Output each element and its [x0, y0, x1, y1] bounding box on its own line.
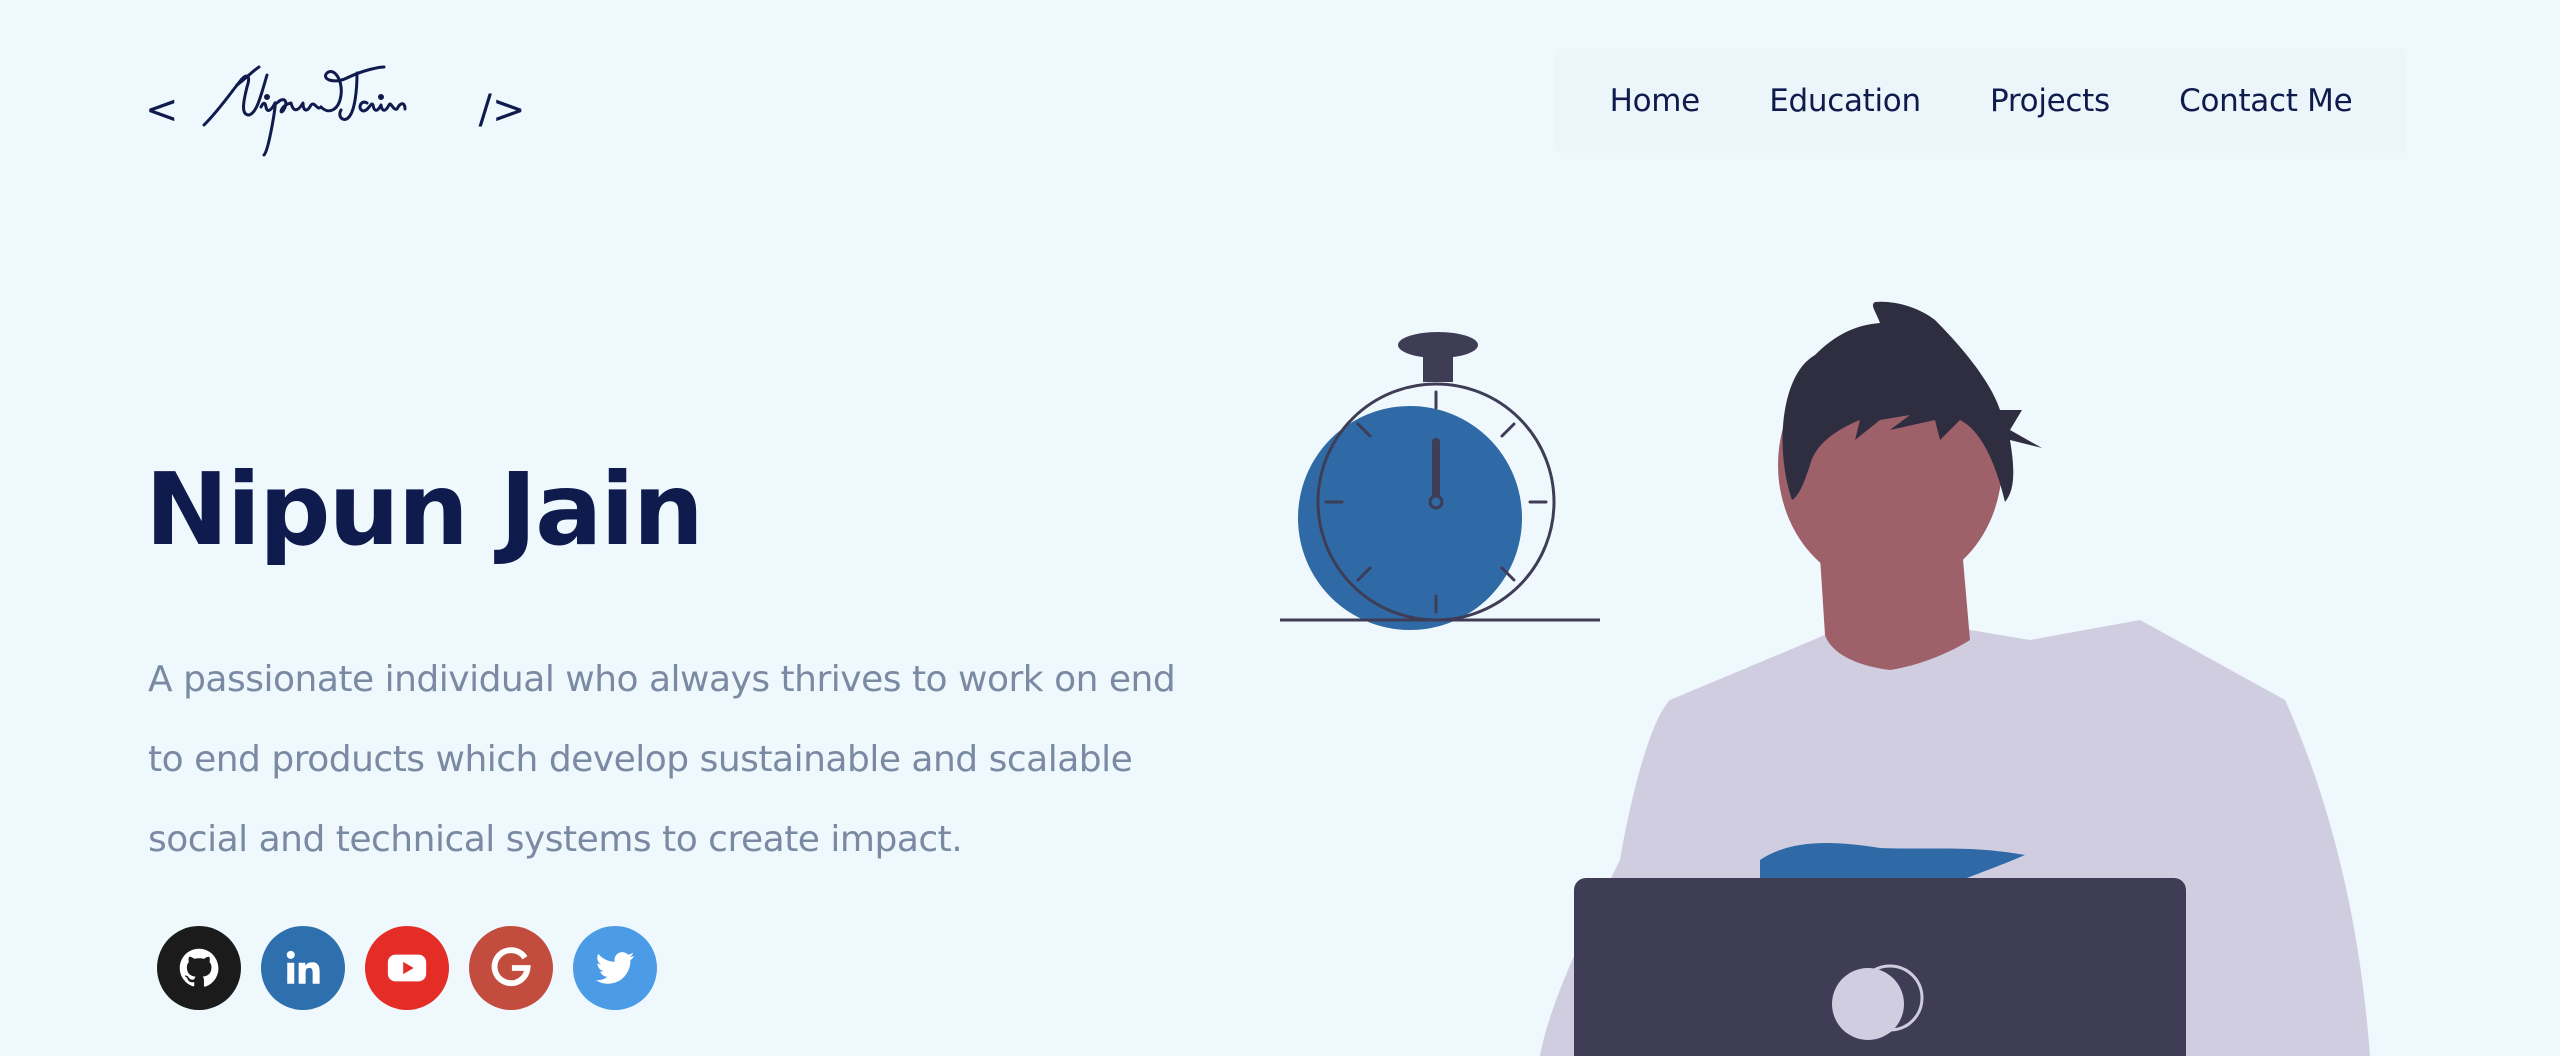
google-button[interactable] [469, 926, 553, 1010]
nav-education[interactable]: Education [1751, 73, 1939, 129]
linkedin-icon [286, 950, 320, 984]
nav-home[interactable]: Home [1592, 73, 1718, 129]
github-icon [179, 948, 219, 987]
nav-contact-me[interactable]: Contact Me [2161, 73, 2370, 129]
nav-projects[interactable]: Projects [1972, 73, 2128, 129]
main-nav: Home Education Projects Contact Me [1555, 48, 2407, 153]
hero-subtitle: A passionate individual who always thriv… [148, 659, 1176, 860]
youtube-button[interactable] [365, 926, 449, 1010]
person-illustration [1540, 301, 2370, 1056]
twitter-button[interactable] [573, 926, 657, 1010]
github-button[interactable] [157, 926, 241, 1010]
logo-close-bracket: /> [478, 87, 526, 133]
linkedin-button[interactable] [261, 926, 345, 1010]
site-logo[interactable]: < /> [145, 55, 526, 165]
google-icon [491, 947, 531, 987]
hero-title: Nipun Jain [145, 451, 704, 568]
social-links [157, 926, 657, 1010]
youtube-icon [387, 954, 427, 982]
stopwatch-illustration [1280, 332, 1600, 630]
logo-signature [199, 55, 469, 165]
twitter-icon [595, 952, 635, 984]
hero-illustration [1280, 301, 2370, 1056]
site-header: < /> Home Education Projects Contact Me [0, 0, 2560, 200]
logo-open-bracket: < [145, 87, 179, 133]
signature-graphic [202, 65, 407, 157]
